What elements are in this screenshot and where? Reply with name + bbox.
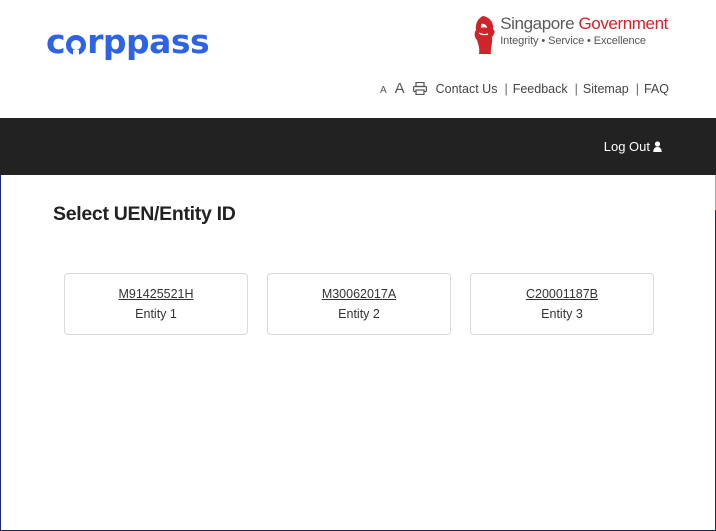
singapore-government-logo[interactable]: Singapore Government Integrity • Service… [473,15,668,55]
corppass-logo[interactable]: c rppass [46,22,210,61]
entity-card[interactable]: M91425521H Entity 1 [64,273,248,335]
entity-name: Entity 3 [541,307,583,321]
entity-uen-link[interactable]: M91425521H [65,287,247,301]
entity-uen-link[interactable]: C20001187B [471,287,653,301]
gov-title-singapore: Singapore [500,14,579,33]
user-icon [653,141,662,152]
gov-tagline: Integrity • Service • Excellence [500,35,646,47]
entity-card[interactable]: C20001187B Entity 3 [470,273,654,335]
font-decrease-button[interactable]: A [380,85,387,96]
logo-suffix: rppass [87,22,210,61]
lion-head-icon [474,16,495,54]
logo-o-ring [66,34,87,56]
contact-us-link[interactable]: Contact Us [436,82,498,96]
separator: | [504,82,508,96]
separator: | [635,82,639,96]
logout-label: Log Out [603,139,650,154]
site-header: c rppass Singapore Government Integrity •… [0,0,716,118]
entity-name: Entity 1 [135,307,177,321]
printer-icon[interactable] [412,82,427,95]
logout-button[interactable]: Log Out [604,139,662,154]
feedback-link[interactable]: Feedback [513,82,568,96]
top-nav-bar: Log Out [0,118,716,175]
entity-name: Entity 2 [338,307,380,321]
entity-uen-link[interactable]: M30062017A [268,287,450,301]
gov-title: Singapore Government [500,15,668,32]
entity-card[interactable]: M30062017A Entity 2 [267,273,451,335]
gov-title-government: Government [578,14,668,33]
sitemap-link[interactable]: Sitemap [583,82,629,96]
faq-link[interactable]: FAQ [644,82,669,96]
entity-card-list: M91425521H Entity 1 M30062017A Entity 2 … [64,273,654,335]
font-increase-button[interactable]: A [395,80,405,97]
logo-prefix: c [46,22,66,61]
separator: | [574,82,578,96]
page-title: Select UEN/Entity ID [53,203,236,225]
utility-links: A A Contact Us | Feedback | Sitemap | FA… [380,80,669,97]
